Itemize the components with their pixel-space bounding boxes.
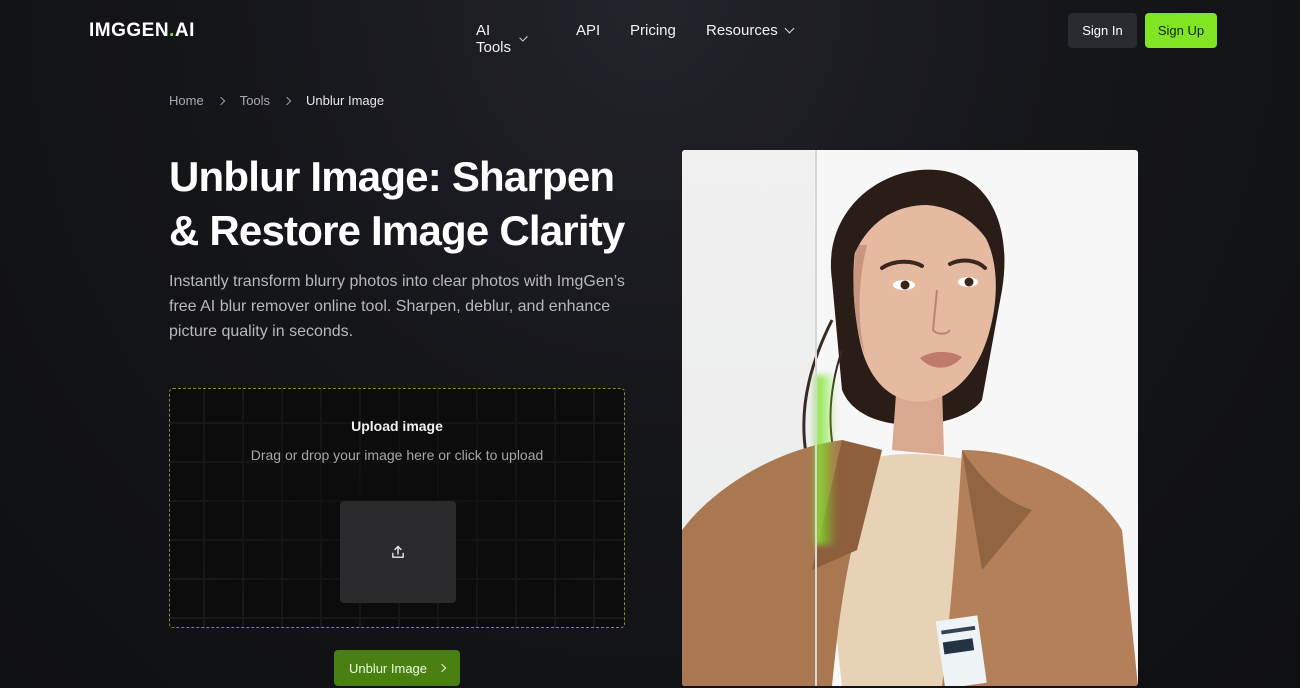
chevron-right-icon	[282, 96, 292, 105]
logo-text: IMGGEN	[89, 20, 170, 41]
chevron-right-icon	[216, 96, 225, 105]
breadcrumb: Home Tools Unblur Image	[169, 93, 384, 108]
upload-icon	[392, 545, 404, 558]
unblur-button-label: Unblur Image	[348, 660, 428, 676]
sign-up-button[interactable]: Sign Up	[1145, 13, 1217, 48]
upload-subtitle: Drag or drop your image here or click to…	[250, 447, 544, 463]
page-title: Unblur Image: Sharpen & Restore Image Cl…	[169, 153, 625, 254]
before-after-preview[interactable]	[682, 150, 1138, 686]
nav-item-resources[interactable]: Resources	[706, 22, 795, 39]
chevron-down-icon	[519, 32, 528, 42]
breadcrumb-home[interactable]: Home	[169, 93, 204, 108]
divider-glow	[815, 375, 837, 545]
logo[interactable]: IMGGEN.AI	[89, 20, 195, 42]
breadcrumb-tools[interactable]: Tools	[240, 93, 270, 108]
nav-item-label: Resources	[706, 22, 778, 39]
top-nav: IMGGEN.AI AI Tools API Pricing Resources…	[0, 0, 1300, 62]
page-description: Instantly transform blurry photos into c…	[169, 273, 625, 340]
nav-item-ai-tools[interactable]: AI Tools	[476, 22, 528, 56]
nav-item-label: Pricing	[630, 22, 676, 39]
portrait-photo	[682, 169, 1138, 686]
before-after-slider-handle[interactable]	[815, 150, 817, 686]
nav-item-api[interactable]: API	[576, 22, 600, 39]
chevron-down-icon	[784, 23, 795, 34]
nav-item-label: API	[576, 22, 601, 39]
upload-button[interactable]	[340, 501, 456, 603]
unblur-image-button[interactable]: Unblur Image	[334, 650, 460, 686]
upload-title: Upload image	[351, 418, 443, 434]
logo-text-suffix: AI	[174, 20, 195, 41]
chevron-right-icon	[437, 663, 447, 673]
nav-item-label: AI Tools	[476, 22, 512, 56]
nav-item-pricing[interactable]: Pricing	[630, 22, 676, 39]
breadcrumb-current: Unblur Image	[306, 93, 385, 108]
sign-in-button[interactable]: Sign In	[1068, 13, 1137, 48]
upload-dropzone[interactable]: Upload image Drag or drop your image her…	[169, 388, 625, 628]
